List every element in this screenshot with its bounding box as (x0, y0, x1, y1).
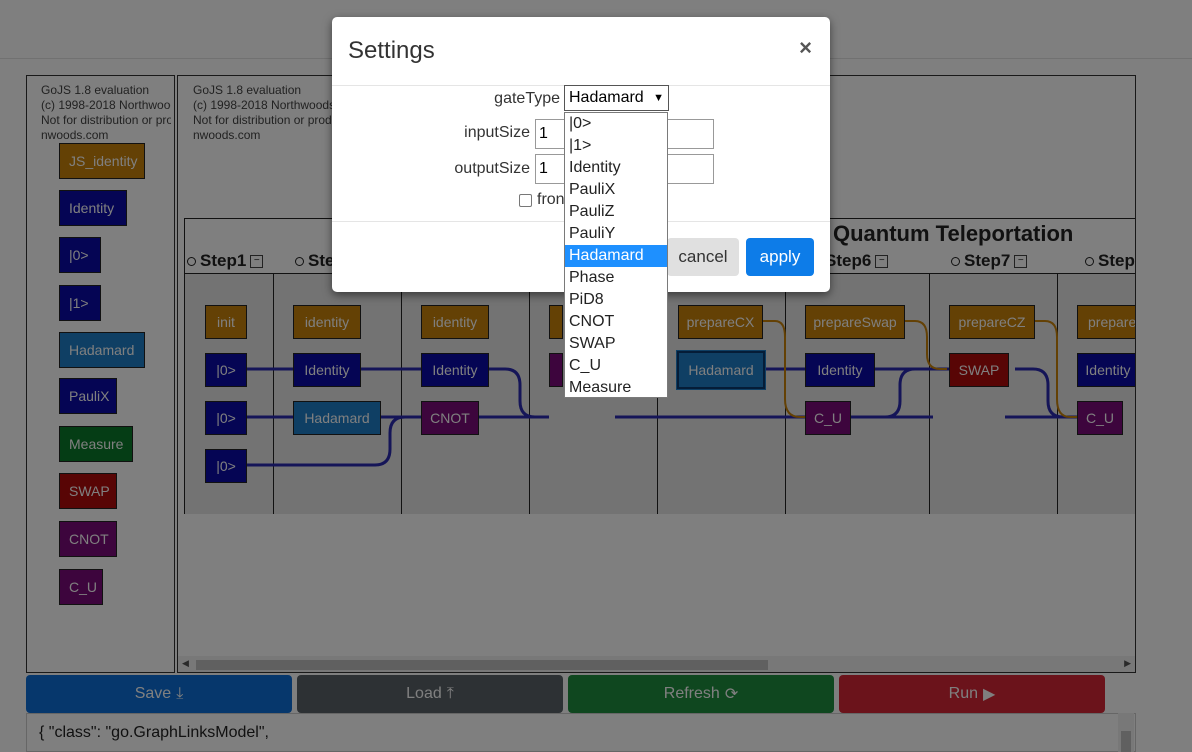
inputsize-label: inputSize (464, 124, 530, 141)
modal-title: Settings (348, 37, 435, 64)
gatetype-label: gateType (494, 90, 560, 107)
option-hadamard[interactable]: Hadamard (565, 245, 667, 267)
option-ket0[interactable]: |0> (565, 113, 667, 135)
gatetype-value: Hadamard (569, 89, 644, 106)
option-pauliz[interactable]: PauliZ (565, 201, 667, 223)
cancel-button[interactable]: cancel (667, 238, 739, 276)
from-checkbox-label: fron (537, 191, 565, 208)
close-icon[interactable]: × (799, 35, 812, 61)
gatetype-options-list[interactable]: |0> |1> Identity PauliX PauliZ PauliY Ha… (564, 112, 668, 398)
option-measure[interactable]: Measure (565, 377, 667, 399)
option-ket1[interactable]: |1> (565, 135, 667, 157)
dropdown-arrow-icon: ▼ (653, 92, 664, 104)
option-pid8[interactable]: PiD8 (565, 289, 667, 311)
option-phase[interactable]: Phase (565, 267, 667, 289)
option-c-u[interactable]: C_U (565, 355, 667, 377)
gatetype-select[interactable]: Hadamard ▼ (564, 85, 669, 111)
option-pauliy[interactable]: PauliY (565, 223, 667, 245)
apply-button[interactable]: apply (746, 238, 814, 276)
option-swap[interactable]: SWAP (565, 333, 667, 355)
from-checkbox[interactable] (519, 194, 532, 207)
option-cnot[interactable]: CNOT (565, 311, 667, 333)
option-identity[interactable]: Identity (565, 157, 667, 179)
outputsize-label: outputSize (454, 160, 530, 177)
option-paulix[interactable]: PauliX (565, 179, 667, 201)
modal-header: Settings × (332, 17, 830, 86)
